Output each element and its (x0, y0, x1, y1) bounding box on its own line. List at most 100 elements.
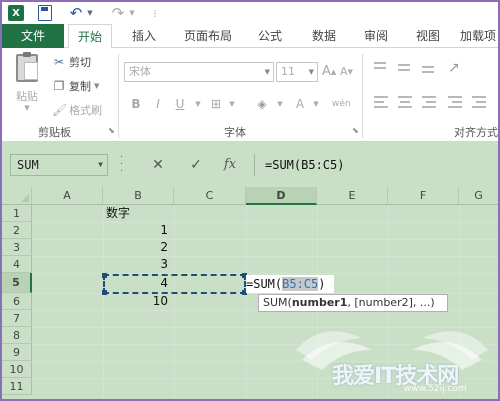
orientation-icon[interactable]: ↗ (448, 60, 460, 76)
range-reference: B5:C5 (282, 277, 319, 291)
underline-button[interactable]: U (172, 95, 188, 113)
excel-logo-icon: X (8, 5, 24, 21)
chevron-down-icon: ▼ (264, 68, 270, 76)
row-header[interactable]: 1 (2, 205, 32, 222)
copy-button[interactable]: ❐ 复制 ▼ (52, 78, 100, 94)
column-header[interactable]: B (103, 187, 174, 205)
tab-insert[interactable]: 插入 (126, 24, 162, 48)
row-header[interactable]: 11 (2, 378, 32, 395)
chevron-down-icon[interactable]: ▼ (308, 95, 324, 113)
tab-page-layout[interactable]: 页面布局 (176, 24, 240, 48)
chevron-down-icon[interactable]: ▼ (224, 95, 240, 113)
phonetic-icon[interactable]: wén (332, 95, 351, 113)
insert-function-button[interactable]: fx (218, 154, 242, 176)
alignment-group-label: 对齐方式 (454, 126, 498, 139)
row-header[interactable]: 8 (2, 327, 32, 344)
align-middle-icon (398, 69, 410, 71)
tab-data[interactable]: 数据 (306, 24, 342, 48)
cut-button[interactable]: ✂ 剪切 (52, 54, 91, 70)
align-middle-icon[interactable] (398, 64, 410, 66)
name-box-value: SUM (17, 158, 39, 172)
column-header[interactable]: C (174, 187, 246, 205)
paste-label: 粘贴 (16, 90, 38, 103)
clipboard-icon (16, 52, 38, 82)
name-box[interactable]: SUM ▼ (10, 154, 108, 176)
cell-B2[interactable]: 1 (103, 222, 174, 239)
row-header[interactable]: 10 (2, 361, 32, 378)
row-header[interactable]: 3 (2, 239, 32, 256)
row-header[interactable]: 9 (2, 344, 32, 361)
excel-window: X ↶ ▼ ↷ ▼ ⋮ 文件 开始 插入 页面布局 公式 数据 审阅 视图 加载… (0, 0, 500, 401)
align-right-icon[interactable] (422, 96, 436, 98)
tooltip-arg1: number1 (291, 296, 348, 309)
undo-icon[interactable]: ↶ (68, 4, 84, 22)
column-header[interactable]: G (459, 187, 498, 205)
indent-icon[interactable] (448, 96, 462, 98)
chevron-down-icon[interactable]: ▼ (190, 95, 206, 113)
align-right-icon (422, 106, 436, 108)
tab-formulas[interactable]: 公式 (252, 24, 288, 48)
outdent-icon (476, 101, 486, 103)
row-header[interactable]: 2 (2, 222, 32, 239)
indent-icon (452, 101, 462, 103)
outdent-icon[interactable] (472, 96, 486, 98)
bold-button[interactable]: B (128, 95, 144, 113)
range-selection-marquee (102, 273, 247, 295)
column-header[interactable]: A (32, 187, 103, 205)
align-top-icon[interactable] (374, 62, 386, 64)
row-header[interactable]: 6 (2, 293, 32, 310)
column-header[interactable]: F (388, 187, 459, 205)
tab-home[interactable]: 开始 (68, 24, 112, 49)
row-header[interactable]: 7 (2, 310, 32, 327)
selection-handle[interactable] (102, 273, 107, 278)
save-icon[interactable] (38, 5, 52, 21)
font-color-icon[interactable]: A (292, 95, 308, 113)
gridline (32, 256, 498, 257)
undo-dropdown-icon[interactable]: ▼ (86, 5, 94, 21)
column-header[interactable]: E (317, 187, 388, 205)
chevron-down-icon[interactable]: ▼ (272, 95, 288, 113)
resize-handle-icon[interactable]: · · · (120, 153, 126, 177)
cell-B6[interactable]: 10 (103, 293, 174, 310)
function-tooltip[interactable]: SUM(number1, [number2], ...) (258, 294, 448, 312)
tab-review[interactable]: 审阅 (358, 24, 394, 48)
paste-button[interactable]: 粘贴 ▼ (10, 52, 44, 112)
format-painter-button[interactable]: 🖌 格式刷 (52, 102, 102, 118)
cancel-icon[interactable]: ✕ (146, 154, 170, 176)
redo-icon[interactable]: ↷ (110, 4, 126, 22)
cell-D5-editor[interactable]: =SUM(B5:C5) (246, 275, 334, 293)
align-left-icon (374, 106, 388, 108)
tab-view[interactable]: 视图 (410, 24, 446, 48)
copy-label: 复制 (69, 80, 91, 93)
align-bottom-icon[interactable] (422, 66, 434, 68)
row-header-active[interactable]: 5 (2, 273, 32, 293)
align-center-icon[interactable] (398, 96, 412, 98)
fill-color-icon[interactable]: ◈ (254, 95, 270, 113)
row-header[interactable]: 4 (2, 256, 32, 273)
italic-button[interactable]: I (150, 95, 166, 113)
tab-file[interactable]: 文件 (2, 24, 64, 48)
font-size-combo[interactable]: 11 ▼ (276, 62, 318, 82)
chevron-down-icon: ▼ (308, 68, 314, 76)
increase-font-icon[interactable]: A ▲ (322, 64, 336, 79)
tab-addins[interactable]: 加载项 (460, 24, 498, 48)
dialog-launcher-icon[interactable]: ⬊ (108, 126, 115, 135)
dialog-launcher-icon[interactable]: ⬊ (352, 126, 359, 135)
decrease-font-icon[interactable]: A ▼ (340, 65, 353, 78)
borders-icon[interactable]: ⊞ (208, 95, 224, 113)
cell-B3[interactable]: 2 (103, 239, 174, 256)
font-name-combo[interactable]: 宋体 ▼ (124, 62, 274, 82)
cell-B4[interactable]: 3 (103, 256, 174, 273)
divider (362, 54, 363, 138)
redo-dropdown-icon[interactable]: ▼ (128, 5, 136, 21)
cell-B1[interactable]: 数字 (106, 205, 174, 222)
selection-handle[interactable] (102, 290, 107, 295)
select-all-button[interactable] (2, 187, 32, 205)
customize-qat-icon[interactable]: ⋮ (150, 5, 160, 21)
column-header-active[interactable]: D (246, 187, 317, 205)
align-left-icon[interactable] (374, 96, 388, 98)
watermark-url: www.52ij.com (404, 384, 467, 394)
formula-input[interactable]: =SUM(B5:C5) (254, 154, 498, 176)
enter-icon[interactable]: ✓ (184, 154, 208, 176)
outdent-icon (472, 106, 486, 108)
